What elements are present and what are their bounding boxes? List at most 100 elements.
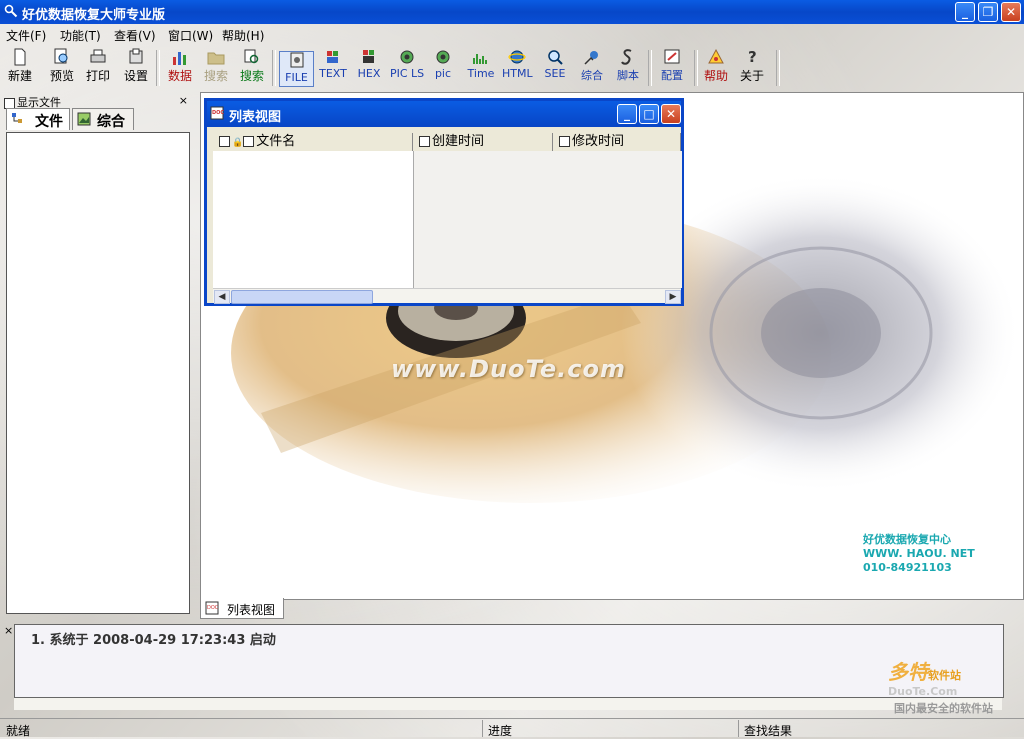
horizontal-scrollbar[interactable]: ◀ ▶ bbox=[213, 288, 681, 304]
print-button[interactable]: 打印 bbox=[84, 48, 112, 88]
column-filename[interactable]: 🔒 文件名 bbox=[213, 133, 413, 151]
text-view-button[interactable]: TEXT bbox=[318, 48, 348, 88]
hex-icon bbox=[363, 50, 374, 63]
brand-tagline: 国内最安全的软件站 bbox=[894, 702, 993, 715]
menu-bar: 文件(F) 功能(T) 查看(V) 窗口(W) 帮助(H) bbox=[0, 24, 1024, 44]
menu-window[interactable]: 窗口(W) bbox=[168, 27, 213, 44]
menu-help[interactable]: 帮助(H) bbox=[222, 27, 264, 44]
log-entry: 1. 系统于 2008-04-29 17:23:43 启动 bbox=[31, 633, 276, 648]
column-created[interactable]: 创建时间 bbox=[413, 133, 553, 151]
time-chart-icon bbox=[473, 54, 487, 64]
about-button[interactable]: ? 关于 bbox=[738, 48, 766, 88]
status-divider bbox=[738, 720, 739, 737]
list-header: 🔒 文件名 创建时间 修改时间 bbox=[213, 133, 681, 152]
search-disabled-label: 搜索 bbox=[203, 69, 228, 83]
toolbar-separator bbox=[648, 50, 652, 86]
scroll-left-icon[interactable]: ◀ bbox=[214, 290, 230, 304]
pic-view-button[interactable]: pic bbox=[432, 48, 454, 88]
log-close-button[interactable]: × bbox=[4, 624, 13, 637]
search-label: 搜索 bbox=[239, 69, 264, 83]
duote-logo: 多特软件站 DuoTe.Com 国内最安全的软件站 bbox=[888, 656, 993, 715]
file-label: FILE bbox=[285, 71, 308, 84]
list-view-window[interactable]: DOC 列表视图 _ □ ✕ 🔒 文件名 创建时间 修改时间 ◀ ▶ bbox=[204, 98, 684, 306]
tab-general[interactable]: 综合 bbox=[72, 108, 134, 130]
config-button[interactable]: 配置 bbox=[656, 48, 688, 88]
column-modified[interactable]: 修改时间 bbox=[553, 133, 681, 151]
toolbar-separator bbox=[156, 50, 160, 86]
column-modified-label: 修改时间 bbox=[572, 134, 625, 149]
minimize-icon: _ bbox=[624, 107, 630, 121]
settings-label: 设置 bbox=[123, 69, 148, 83]
time-view-button[interactable]: Time bbox=[464, 48, 498, 88]
list-view-title-bar[interactable]: DOC 列表视图 _ □ ✕ bbox=[207, 101, 681, 127]
menu-view[interactable]: 查看(V) bbox=[114, 27, 156, 44]
scroll-thumb[interactable] bbox=[231, 290, 373, 304]
file-view-button[interactable]: FILE bbox=[279, 51, 314, 87]
hex-view-button[interactable]: HEX bbox=[356, 48, 382, 88]
file-details-area[interactable] bbox=[413, 151, 682, 288]
magnifier-icon bbox=[548, 50, 563, 65]
status-ready: 就绪 bbox=[6, 724, 31, 738]
help-label: 帮助 bbox=[703, 69, 728, 83]
log-panel: × 1. 系统于 2008-04-29 17:23:43 启动 bbox=[0, 622, 1024, 714]
column-checkbox[interactable] bbox=[419, 136, 430, 147]
general-icon bbox=[584, 51, 598, 65]
preview-icon bbox=[54, 48, 68, 64]
document-icon: DOC bbox=[205, 601, 219, 615]
left-panel-header: 显示文件 × bbox=[4, 94, 194, 109]
scroll-right-icon[interactable]: ▶ bbox=[665, 290, 681, 304]
help-button[interactable]: 帮助 bbox=[702, 48, 730, 88]
help-icon bbox=[708, 48, 724, 64]
image-icon bbox=[77, 112, 91, 126]
toolbar-separator bbox=[272, 50, 276, 86]
script-button[interactable]: 脚本 bbox=[614, 48, 642, 88]
child-maximize-button[interactable]: □ bbox=[639, 104, 659, 124]
picls-view-button[interactable]: PIC LS bbox=[390, 48, 424, 88]
file-list-area[interactable] bbox=[213, 151, 413, 288]
show-files-checkbox[interactable] bbox=[4, 97, 15, 109]
select-all-checkbox[interactable] bbox=[219, 136, 230, 147]
general-view-button[interactable]: 综合 bbox=[578, 48, 606, 88]
svg-text:DOC: DOC bbox=[207, 605, 219, 611]
about-label: 关于 bbox=[739, 69, 764, 83]
magnifier-icon bbox=[4, 4, 18, 18]
log-output[interactable]: 1. 系统于 2008-04-29 17:23:43 启动 bbox=[14, 624, 1004, 698]
search-disabled-button[interactable]: 搜索 bbox=[202, 48, 230, 88]
column-checkbox[interactable] bbox=[243, 136, 255, 147]
tab-files-label: 文件 bbox=[35, 114, 63, 130]
minimize-button[interactable]: _ bbox=[955, 2, 975, 22]
preview-button[interactable]: 预览 bbox=[48, 48, 76, 88]
search-button[interactable]: 搜索 bbox=[238, 48, 266, 88]
toolbar-separator bbox=[776, 50, 780, 86]
html-view-button[interactable]: HTML bbox=[502, 48, 533, 88]
left-panel-close-button[interactable]: × bbox=[179, 94, 188, 107]
settings-button[interactable]: 设置 bbox=[122, 48, 150, 88]
tab-list-view[interactable]: DOC 列表视图 bbox=[200, 598, 284, 619]
contact-info: 好优数据恢复中心 WWW. HAOU. NET 010-84921103 bbox=[863, 533, 975, 575]
tab-files[interactable]: 文件 bbox=[6, 108, 70, 130]
pic-label: pic bbox=[434, 67, 452, 80]
restore-icon: ❐ bbox=[982, 5, 994, 19]
pic-icon bbox=[436, 50, 450, 64]
column-checkbox[interactable] bbox=[559, 136, 570, 147]
see-view-button[interactable]: SEE bbox=[542, 48, 568, 88]
log-horizontal-scrollbar[interactable] bbox=[14, 698, 1002, 710]
text-label: TEXT bbox=[319, 67, 347, 80]
config-label: 配置 bbox=[661, 69, 683, 82]
child-minimize-button[interactable]: _ bbox=[617, 104, 637, 124]
script-label: 脚本 bbox=[617, 69, 639, 82]
child-close-button[interactable]: ✕ bbox=[661, 104, 681, 124]
globe-icon bbox=[508, 50, 526, 64]
minimize-icon: _ bbox=[962, 5, 968, 19]
close-button[interactable]: ✕ bbox=[1001, 2, 1021, 22]
menu-function[interactable]: 功能(T) bbox=[60, 27, 101, 44]
data-button[interactable]: 数据 bbox=[166, 48, 194, 88]
file-tree[interactable] bbox=[6, 132, 190, 614]
svg-text:?: ? bbox=[748, 48, 757, 66]
new-button[interactable]: 新建 bbox=[6, 48, 34, 88]
time-label: Time bbox=[467, 67, 495, 80]
menu-file[interactable]: 文件(F) bbox=[6, 27, 46, 44]
brand-suffix: 软件站 bbox=[928, 669, 961, 682]
title-bar[interactable]: 好优数据恢复大师专业版 _ ❐ ✕ bbox=[0, 0, 1024, 24]
restore-button[interactable]: ❐ bbox=[978, 2, 998, 22]
